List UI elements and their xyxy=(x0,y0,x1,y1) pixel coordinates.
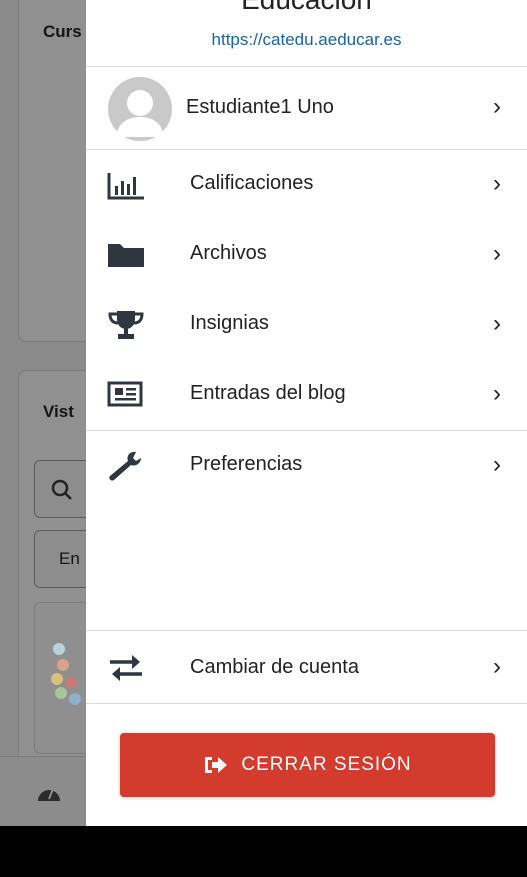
menu-item-label: Archivos xyxy=(190,242,267,264)
courses-card-title: Curs xyxy=(43,22,82,41)
menu-item-archivos[interactable]: Archivos › xyxy=(86,220,527,290)
menu-item-entradas-blog[interactable]: Entradas del blog › xyxy=(86,360,527,430)
chevron-right-icon: › xyxy=(493,93,501,120)
trophy-icon xyxy=(106,309,146,341)
chevron-right-icon: › xyxy=(493,653,501,680)
chevron-right-icon: › xyxy=(493,380,501,407)
wrench-icon xyxy=(106,450,146,482)
user-silhouette-icon xyxy=(116,90,164,137)
system-navigation-bar xyxy=(0,826,527,877)
menu-item-insignias[interactable]: Insignias › xyxy=(86,290,527,360)
drawer-menu: Calificaciones › Archivos › Insignias › … xyxy=(86,150,527,501)
newspaper-icon xyxy=(106,379,146,411)
chevron-right-icon: › xyxy=(493,240,501,267)
menu-item-label: Insignias xyxy=(190,312,269,334)
chart-bar-icon xyxy=(106,169,146,201)
menu-item-calificaciones[interactable]: Calificaciones › xyxy=(86,150,527,220)
logout-label: CERRAR SESIÓN xyxy=(241,754,412,775)
search-icon xyxy=(51,479,72,500)
avatar xyxy=(108,77,172,141)
swap-arrows-icon xyxy=(106,653,146,686)
switch-account-label: Cambiar de cuenta xyxy=(190,656,359,678)
recent-card-title: Vist xyxy=(43,402,74,421)
sign-out-icon xyxy=(205,757,228,773)
menu-item-preferencias[interactable]: Preferencias › xyxy=(86,431,527,501)
chevron-right-icon: › xyxy=(493,170,501,197)
navigation-drawer: Educación https://catedu.aeducar.es Estu… xyxy=(86,0,527,826)
chevron-right-icon: › xyxy=(493,310,501,337)
user-name: Estudiante1 Uno xyxy=(186,96,334,118)
site-name: Educación xyxy=(86,0,527,16)
menu-item-label: Preferencias xyxy=(190,453,303,475)
drawer-header: Educación https://catedu.aeducar.es xyxy=(86,0,527,67)
dashboard-icon xyxy=(38,788,60,801)
background-select-value: En xyxy=(59,549,80,568)
chevron-right-icon: › xyxy=(493,451,501,478)
menu-item-label: Calificaciones xyxy=(190,172,314,194)
folder-icon xyxy=(106,239,146,271)
switch-account-row[interactable]: Cambiar de cuenta › xyxy=(86,630,527,704)
site-url-link[interactable]: https://catedu.aeducar.es xyxy=(86,30,527,50)
user-profile-row[interactable]: Estudiante1 Uno › xyxy=(86,67,527,150)
logout-button[interactable]: CERRAR SESIÓN xyxy=(120,733,495,797)
menu-item-label: Entradas del blog xyxy=(190,382,346,404)
